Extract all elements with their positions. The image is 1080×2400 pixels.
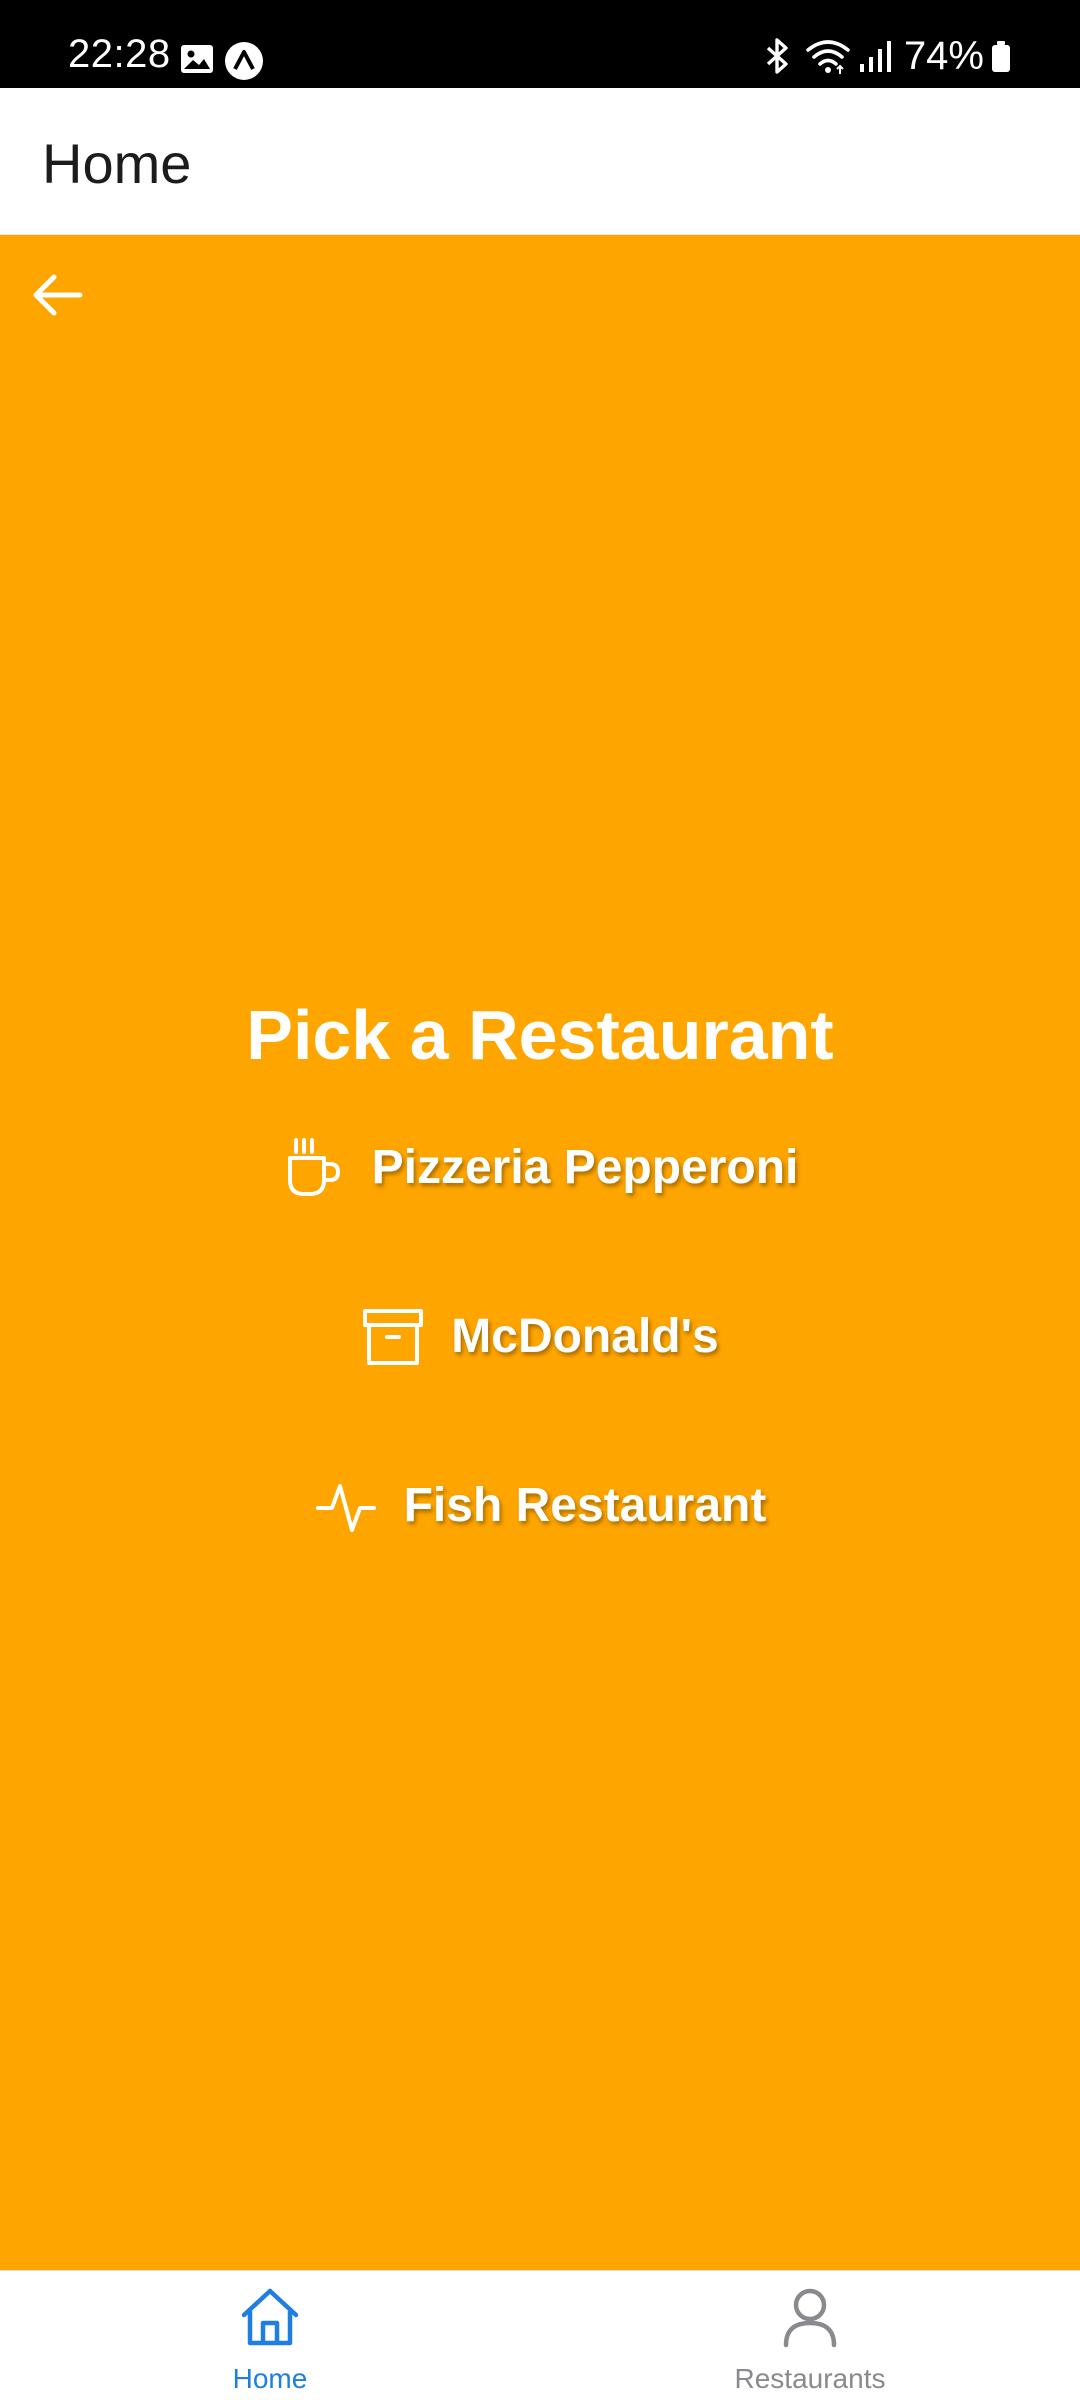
bottom-nav: Home Restaurants [0, 2270, 1080, 2400]
restaurant-picker: Pick a Restaurant Pizzeria Pepperoni McD… [0, 995, 1080, 1541]
app-screen: 22:28 74% Home Pick a Restaurant Pizzeri… [0, 0, 1080, 2400]
tab-restaurants-label: Restaurants [734, 2363, 886, 2394]
page-heading: Pick a Restaurant [246, 996, 834, 1074]
tab-home-label: Home [232, 2363, 308, 2394]
user-icon [783, 2288, 837, 2348]
battery-icon [992, 41, 1010, 72]
status-time: 22:28 [68, 32, 171, 76]
wifi-icon [806, 40, 850, 74]
back-arrow-icon[interactable] [26, 265, 90, 325]
tab-home[interactable]: Home [0, 2271, 540, 2400]
home-icon [241, 2288, 299, 2346]
restaurant-label: Fish Restaurant [403, 1479, 767, 1532]
restaurant-item-fish-restaurant[interactable]: Fish Restaurant [314, 1471, 767, 1541]
archive-box-icon [361, 1305, 425, 1369]
status-bar: 22:28 74% [0, 0, 1080, 88]
restaurant-label: Pizzeria Pepperoni [371, 1141, 799, 1194]
coffee-cup-icon [282, 1136, 346, 1200]
page-title: Home [42, 132, 192, 195]
signal-icon [859, 41, 891, 72]
app-header: Home [0, 88, 1080, 235]
activity-pulse-icon [314, 1474, 378, 1538]
main-content: Pick a Restaurant Pizzeria Pepperoni McD… [0, 235, 1080, 2270]
app-notification-icon [225, 42, 263, 80]
restaurant-label: McDonald's [451, 1310, 719, 1363]
restaurant-list: Pizzeria Pepperoni McDonald's Fish Resta… [282, 1133, 799, 1541]
battery-percent: 74% [903, 34, 984, 78]
image-icon [181, 45, 213, 73]
tab-restaurants[interactable]: Restaurants [540, 2271, 1080, 2400]
restaurant-item-pizzeria-pepperoni[interactable]: Pizzeria Pepperoni [282, 1133, 799, 1203]
restaurant-item-mcdonalds[interactable]: McDonald's [361, 1302, 719, 1372]
status-right-group: 74% [762, 34, 1012, 78]
bluetooth-icon [766, 38, 788, 74]
